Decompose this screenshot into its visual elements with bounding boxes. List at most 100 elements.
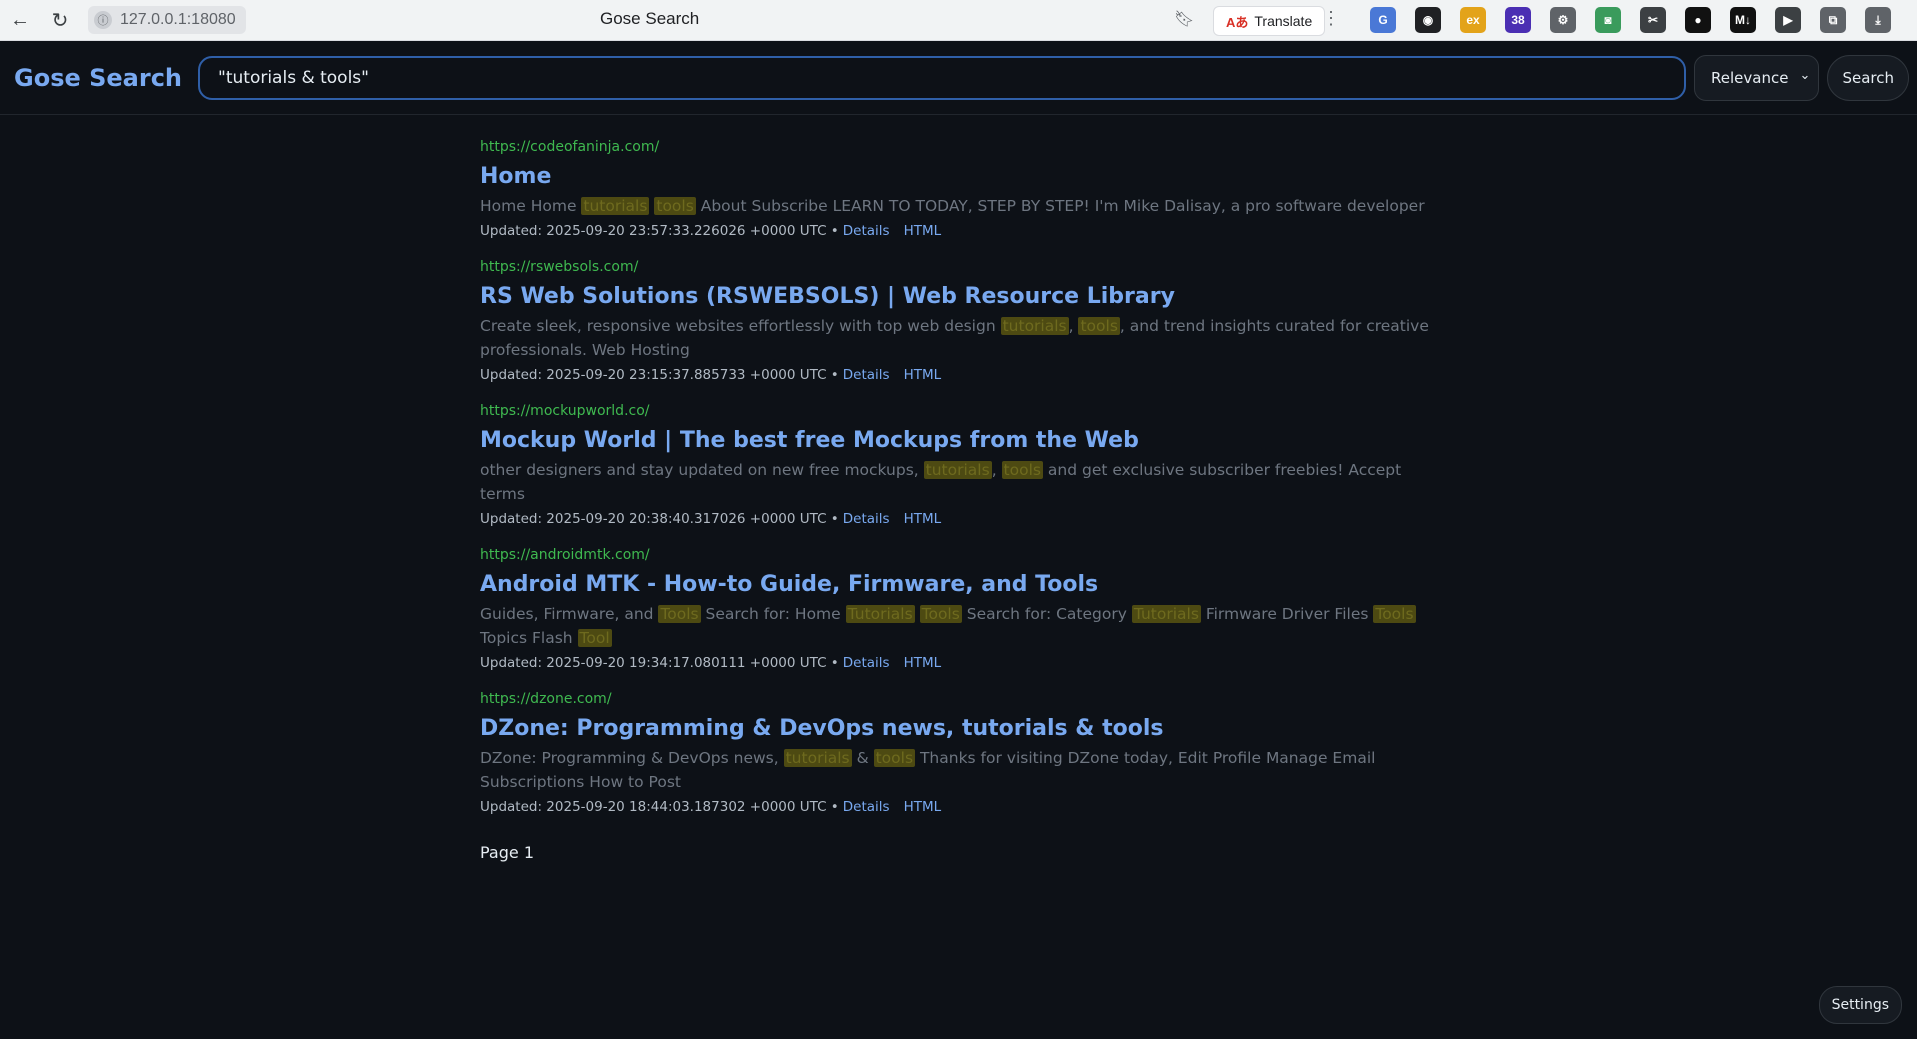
snippet-text: , xyxy=(991,461,1002,479)
result-url[interactable]: https://mockupworld.co/ xyxy=(480,402,1440,420)
result-title-link[interactable]: Home xyxy=(480,162,1440,192)
browser-toolbar: ← ↻ ⓘ 127.0.0.1:18080 Gose Search 🔖︎ Aあ … xyxy=(0,0,1917,41)
updated-timestamp: Updated: 2025-09-20 23:57:33.226026 +000… xyxy=(480,223,839,239)
highlighted-term: tools xyxy=(873,749,916,767)
highlighted-term: Tutorials xyxy=(845,605,915,623)
ex-gen-ext-icon[interactable]: ex xyxy=(1460,7,1486,33)
camera-ext-icon[interactable]: ◙ xyxy=(1595,7,1621,33)
extensions-bar: G ◉ ex 38 ⚙ ◙ ✂ ● M↓ ▶ ⧉ ⤓ xyxy=(1370,7,1891,33)
sort-select-value: Relevance xyxy=(1711,68,1789,87)
address-text: 127.0.0.1:18080 xyxy=(120,11,236,28)
more-options-icon[interactable]: ⋮ xyxy=(1322,8,1340,29)
site-info-icon[interactable]: ⓘ xyxy=(94,11,112,29)
result-meta: Updated: 2025-09-20 23:57:33.226026 +000… xyxy=(480,221,1440,241)
markdown-ext-icon[interactable]: M↓ xyxy=(1730,7,1756,33)
scissors-ext-icon[interactable]: ✂ xyxy=(1640,7,1666,33)
translate-button[interactable]: Aあ Translate xyxy=(1213,6,1326,36)
puzzle-ext-icon[interactable]: ⧉ xyxy=(1820,7,1846,33)
chevron-down-icon: ⌄ xyxy=(1799,67,1811,83)
search-result: https://mockupworld.co/Mockup World | Th… xyxy=(480,402,1440,529)
result-snippet: Home Home tutorials tools About Subscrib… xyxy=(480,194,1440,218)
download-icon[interactable]: ⤓ xyxy=(1865,7,1891,33)
details-link[interactable]: Details xyxy=(843,367,890,383)
updated-timestamp: Updated: 2025-09-20 19:34:17.080111 +000… xyxy=(480,655,839,671)
html-link[interactable]: HTML xyxy=(904,223,942,239)
reload-icon[interactable]: ↻ xyxy=(40,0,80,40)
snippet-text: , xyxy=(1068,317,1079,335)
result-url[interactable]: https://dzone.com/ xyxy=(480,690,1440,708)
search-button[interactable]: Search xyxy=(1827,54,1909,101)
snippet-text: Create sleek, responsive websites effort… xyxy=(480,317,1001,335)
app-header: Gose Search Relevance ⌄ Search xyxy=(0,41,1917,115)
result-meta: Updated: 2025-09-20 23:15:37.885733 +000… xyxy=(480,365,1440,385)
html-link[interactable]: HTML xyxy=(904,799,942,815)
result-title-link[interactable]: Mockup World | The best free Mockups fro… xyxy=(480,426,1440,456)
highlighted-term: tools xyxy=(1001,461,1043,479)
updated-timestamp: Updated: 2025-09-20 18:44:03.187302 +000… xyxy=(480,799,839,815)
snippet-text: Search for: Category xyxy=(961,605,1132,623)
results-list: https://codeofaninja.com/Home Home Home t… xyxy=(480,138,1440,862)
snippet-text: Home Home xyxy=(480,197,582,215)
badge-ext-icon[interactable]: 38 xyxy=(1505,7,1531,33)
page-indicator: Page 1 xyxy=(480,843,534,862)
details-link[interactable]: Details xyxy=(843,511,890,527)
result-snippet: other designers and stay updated on new … xyxy=(480,458,1440,506)
result-title-link[interactable]: Android MTK - How-to Guide, Firmware, an… xyxy=(480,570,1440,600)
circle-ext-icon[interactable]: ● xyxy=(1685,7,1711,33)
highlighted-term: tools xyxy=(1078,317,1120,335)
highlighted-term: tools xyxy=(654,197,696,215)
translate-label: Translate xyxy=(1254,13,1313,29)
incognito-ext-icon[interactable]: ◉ xyxy=(1415,7,1441,33)
highlighted-term: Tools xyxy=(1373,605,1416,623)
snippet-text: About Subscribe LEARN TO TODAY, STEP BY … xyxy=(695,197,1425,215)
search-input[interactable] xyxy=(198,55,1687,100)
back-arrow-icon[interactable]: ← xyxy=(0,0,40,40)
result-meta: Updated: 2025-09-20 18:44:03.187302 +000… xyxy=(480,797,1440,817)
snippet-text: Search for: Home xyxy=(700,605,846,623)
highlighted-term: Tools xyxy=(919,605,962,623)
highlighted-term: tutorials xyxy=(581,197,650,215)
gear-ext-icon[interactable]: ⚙ xyxy=(1550,7,1576,33)
search-result: https://dzone.com/DZone: Programming & D… xyxy=(480,690,1440,817)
result-snippet: Create sleek, responsive websites effort… xyxy=(480,314,1440,362)
translate-icon: Aあ xyxy=(1226,14,1249,30)
search-result: https://androidmtk.com/Android MTK - How… xyxy=(480,546,1440,673)
html-link[interactable]: HTML xyxy=(904,511,942,527)
html-link[interactable]: HTML xyxy=(904,367,942,383)
details-link[interactable]: Details xyxy=(843,655,890,671)
result-meta: Updated: 2025-09-20 19:34:17.080111 +000… xyxy=(480,653,1440,673)
updated-timestamp: Updated: 2025-09-20 23:15:37.885733 +000… xyxy=(480,367,839,383)
translate-ext-icon[interactable]: G xyxy=(1370,7,1396,33)
snippet-text: Firmware Driver Files xyxy=(1200,605,1374,623)
snippet-text: DZone: Programming & DevOps news, xyxy=(480,749,784,767)
snippet-text: & xyxy=(851,749,874,767)
highlighted-term: Tool xyxy=(577,629,612,647)
result-url[interactable]: https://rswebsols.com/ xyxy=(480,258,1440,276)
bookmark-icon[interactable]: 🔖︎ xyxy=(1174,9,1194,29)
snippet-text: other designers and stay updated on new … xyxy=(480,461,924,479)
search-result: https://rswebsols.com/RS Web Solutions (… xyxy=(480,258,1440,385)
result-title-link[interactable]: DZone: Programming & DevOps news, tutori… xyxy=(480,714,1440,744)
highlighted-term: tutorials xyxy=(783,749,852,767)
result-title-link[interactable]: RS Web Solutions (RSWEBSOLS) | Web Resou… xyxy=(480,282,1440,312)
details-link[interactable]: Details xyxy=(843,223,890,239)
settings-button[interactable]: Settings xyxy=(1818,986,1902,1024)
highlighted-term: tutorials xyxy=(1000,317,1069,335)
sort-select[interactable]: Relevance ⌄ xyxy=(1694,54,1820,101)
tab-title: Gose Search xyxy=(600,9,700,28)
play-ext-icon[interactable]: ▶ xyxy=(1775,7,1801,33)
address-bar[interactable]: ⓘ 127.0.0.1:18080 xyxy=(88,6,246,34)
snippet-text: Topics Flash xyxy=(480,629,578,647)
result-url[interactable]: https://androidmtk.com/ xyxy=(480,546,1440,564)
result-meta: Updated: 2025-09-20 20:38:40.317026 +000… xyxy=(480,509,1440,529)
highlighted-term: Tools xyxy=(658,605,701,623)
html-link[interactable]: HTML xyxy=(904,655,942,671)
snippet-text xyxy=(915,605,920,623)
brand-logo[interactable]: Gose Search xyxy=(14,64,182,92)
snippet-text: Guides, Firmware, and xyxy=(480,605,659,623)
highlighted-term: Tutorials xyxy=(1131,605,1201,623)
result-snippet: DZone: Programming & DevOps news, tutori… xyxy=(480,746,1440,794)
details-link[interactable]: Details xyxy=(843,799,890,815)
result-url[interactable]: https://codeofaninja.com/ xyxy=(480,138,1440,156)
updated-timestamp: Updated: 2025-09-20 20:38:40.317026 +000… xyxy=(480,511,839,527)
